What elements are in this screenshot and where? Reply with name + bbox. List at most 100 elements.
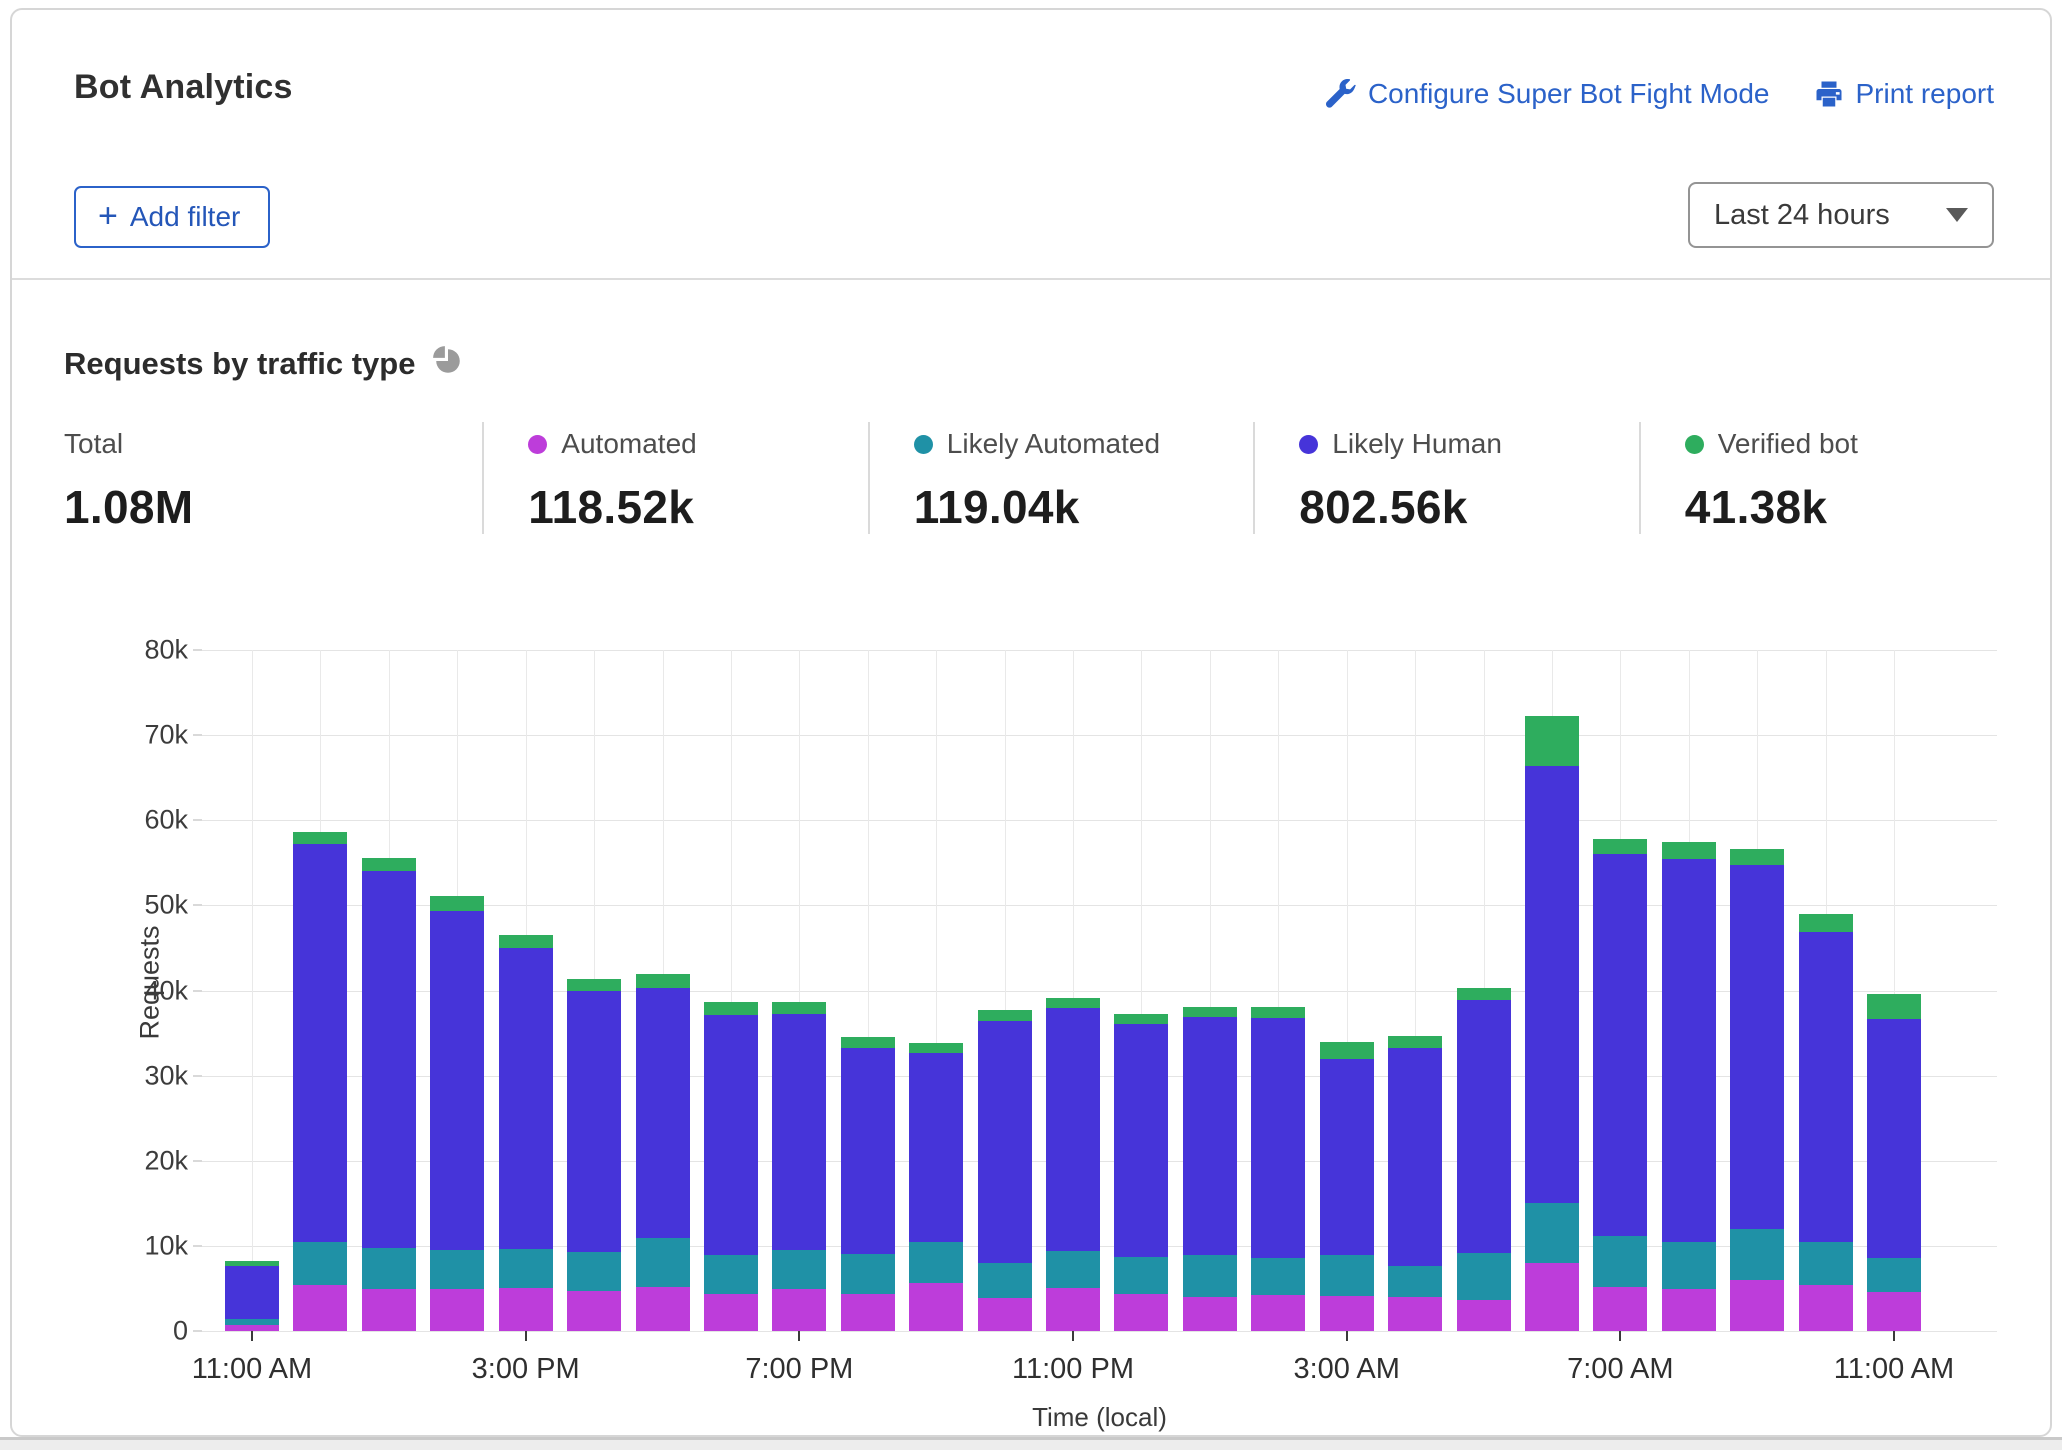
segment-likely-automated — [362, 1248, 416, 1290]
bar-2-00-pm[interactable] — [430, 896, 484, 1331]
bar-4-00-am[interactable] — [1388, 1036, 1442, 1331]
x-tick-mark — [798, 1331, 800, 1341]
segment-verified-bot — [841, 1037, 895, 1048]
stat-likely-automated: Likely Automated119.04k — [868, 422, 1254, 534]
segment-likely-automated — [1320, 1255, 1374, 1296]
chevron-down-icon — [1946, 208, 1968, 222]
x-tick-mark — [1893, 1331, 1895, 1341]
h-gridline — [202, 820, 1997, 821]
bar-1-00-am[interactable] — [1183, 1007, 1237, 1331]
bar-5-00-pm[interactable] — [636, 974, 690, 1332]
configure-super-bot-fight-mode-link[interactable]: Configure Super Bot Fight Mode — [1326, 78, 1770, 110]
segment-verified-bot — [567, 979, 621, 992]
segment-automated — [499, 1288, 553, 1331]
bar-7-00-pm[interactable] — [772, 1002, 826, 1331]
bar-8-00-pm[interactable] — [841, 1037, 895, 1331]
segment-automated — [636, 1287, 690, 1331]
configure-link-label: Configure Super Bot Fight Mode — [1368, 78, 1770, 110]
segment-verified-bot — [1867, 994, 1921, 1019]
bar-3-00-am[interactable] — [1320, 1042, 1374, 1331]
segment-automated — [1046, 1288, 1100, 1331]
time-range-select[interactable]: Last 24 hours — [1688, 182, 1994, 248]
legend-dot — [914, 435, 933, 454]
segment-automated — [1457, 1300, 1511, 1331]
x-tick-label: 7:00 PM — [745, 1353, 853, 1386]
segment-likely-human — [293, 844, 347, 1242]
bar-3-00-pm[interactable] — [499, 935, 553, 1331]
legend-dot — [1299, 435, 1318, 454]
legend-dot — [1685, 435, 1704, 454]
bar-8-00-am[interactable] — [1662, 842, 1716, 1331]
segment-likely-automated — [772, 1250, 826, 1289]
segment-likely-automated — [1593, 1236, 1647, 1287]
bar-9-00-pm[interactable] — [909, 1043, 963, 1331]
bar-11-00-am[interactable] — [225, 1261, 279, 1331]
y-tick-mark — [193, 734, 202, 736]
y-tick-mark — [193, 819, 202, 821]
segment-verified-bot — [1046, 998, 1100, 1007]
legend-dot — [528, 435, 547, 454]
x-axis-title: Time (local) — [202, 1402, 1997, 1433]
y-tick-mark — [193, 904, 202, 906]
bar-9-00-am[interactable] — [1730, 849, 1784, 1331]
x-tick-mark — [1619, 1331, 1621, 1341]
bar-7-00-am[interactable] — [1593, 839, 1647, 1331]
stat-value: 118.52k — [528, 480, 868, 534]
x-tick-label: 11:00 AM — [1834, 1353, 1954, 1386]
segment-automated — [1799, 1285, 1853, 1331]
bar-10-00-am[interactable] — [1799, 914, 1853, 1331]
bar-1-00-pm[interactable] — [362, 858, 416, 1331]
segment-likely-human — [567, 991, 621, 1251]
bar-6-00-am[interactable] — [1525, 716, 1579, 1331]
bar-6-00-pm[interactable] — [704, 1002, 758, 1331]
segment-verified-bot — [636, 974, 690, 988]
segment-verified-bot — [772, 1002, 826, 1015]
x-tick-label: 11:00 AM — [192, 1353, 312, 1386]
segment-likely-automated — [1457, 1253, 1511, 1300]
segment-likely-human — [1662, 859, 1716, 1242]
add-filter-button[interactable]: + Add filter — [74, 186, 270, 248]
stat-total: Total1.08M — [64, 422, 482, 534]
bar-5-00-am[interactable] — [1457, 988, 1511, 1331]
bar-12-00-pm[interactable] — [293, 832, 347, 1331]
stat-value: 41.38k — [1685, 480, 2000, 534]
stat-value: 802.56k — [1299, 480, 1639, 534]
wrench-icon — [1326, 79, 1356, 109]
segment-verified-bot — [293, 832, 347, 844]
bar-11-00-pm[interactable] — [1046, 998, 1100, 1331]
segment-likely-automated — [1388, 1266, 1442, 1297]
segment-likely-automated — [1525, 1203, 1579, 1263]
segment-likely-human — [499, 948, 553, 1249]
print-link-label: Print report — [1856, 78, 1995, 110]
segment-automated — [362, 1289, 416, 1331]
card-body: Requests by traffic type Total1.08MAutom… — [12, 280, 2050, 1435]
y-tick-label: 0 — [173, 1316, 188, 1347]
bar-11-00-am[interactable] — [1867, 994, 1921, 1331]
segment-likely-human — [1730, 865, 1784, 1228]
y-tick-mark — [193, 1160, 202, 1162]
x-tick-mark — [1346, 1331, 1348, 1341]
segment-verified-bot — [499, 935, 553, 948]
segment-likely-automated — [1183, 1255, 1237, 1297]
y-tick-label: 20k — [144, 1145, 188, 1176]
segment-automated — [1388, 1297, 1442, 1331]
segment-likely-human — [1114, 1024, 1168, 1257]
requests-bar-chart: Requests Time (local) 010k20k30k40k50k60… — [202, 650, 1997, 1331]
segment-likely-automated — [1662, 1242, 1716, 1289]
bar-12-00-am[interactable] — [1114, 1014, 1168, 1331]
segment-likely-automated — [1114, 1257, 1168, 1294]
bar-4-00-pm[interactable] — [567, 979, 621, 1331]
y-tick-mark — [193, 649, 202, 651]
bot-analytics-card: Bot Analytics Configure Super Bot Fight … — [10, 8, 2052, 1437]
y-tick-label: 70k — [144, 720, 188, 751]
next-card-top-edge — [0, 1437, 2062, 1450]
segment-verified-bot — [1799, 914, 1853, 932]
segment-verified-bot — [1593, 839, 1647, 854]
segment-automated — [1251, 1295, 1305, 1331]
print-report-link[interactable]: Print report — [1814, 78, 1995, 110]
bar-10-00-pm[interactable] — [978, 1010, 1032, 1331]
segment-likely-human — [1183, 1017, 1237, 1255]
segment-likely-human — [362, 871, 416, 1247]
bar-2-00-am[interactable] — [1251, 1007, 1305, 1331]
segment-likely-automated — [430, 1250, 484, 1289]
